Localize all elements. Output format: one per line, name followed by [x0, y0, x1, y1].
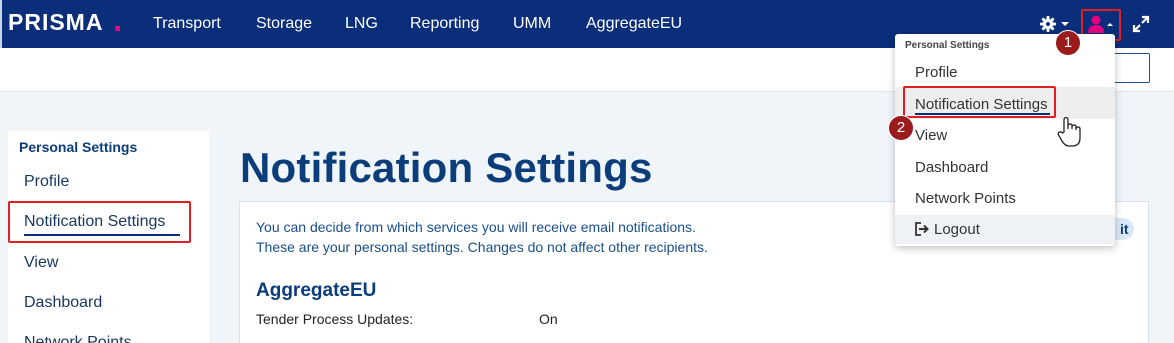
sidebar-item-notification-settings[interactable]: Notification Settings — [24, 213, 165, 231]
setting-label: Tender Process Updates: — [256, 311, 414, 327]
sidebar-item-network-points[interactable]: Network Points — [24, 334, 132, 343]
logout-row[interactable]: Logout — [895, 215, 1115, 244]
nav-aggregateeu[interactable]: AggregateEU — [586, 15, 682, 33]
page-title: Notification Settings — [240, 144, 653, 191]
sidebar-item-dashboard[interactable]: Dashboard — [24, 294, 102, 312]
nav-reporting[interactable]: Reporting — [410, 15, 479, 33]
sidebar-active-underline — [24, 234, 180, 236]
navbar-edge — [0, 0, 2, 48]
dropdown-item-network-points[interactable]: Network Points — [915, 190, 1016, 207]
nav-lng[interactable]: LNG — [345, 15, 378, 33]
settings-sidebar: Personal Settings Profile Notification S… — [8, 131, 209, 343]
dropdown-item-profile[interactable]: Profile — [915, 64, 958, 81]
dropdown-item-view[interactable]: View — [915, 127, 947, 144]
brand-logo[interactable]: PRISMA — [8, 9, 103, 36]
nav-umm[interactable]: UMM — [513, 15, 551, 33]
hand-cursor-icon — [1057, 116, 1081, 147]
sidebar-item-profile[interactable]: Profile — [24, 173, 69, 191]
brand-logo-dot — [115, 26, 120, 31]
step-marker-2: 2 — [888, 115, 914, 141]
dropdown-item-logout[interactable]: Logout — [934, 221, 980, 238]
info-text-line2: These are your personal settings. Change… — [256, 239, 708, 255]
nav-storage[interactable]: Storage — [256, 15, 312, 33]
expand-button[interactable] — [1131, 14, 1151, 34]
sidebar-item-view[interactable]: View — [24, 254, 58, 272]
toolbar-field[interactable] — [1110, 53, 1150, 83]
sidebar-heading: Personal Settings — [19, 139, 138, 155]
expand-icon — [1132, 15, 1150, 33]
logout-icon — [915, 222, 929, 236]
setting-value: On — [539, 311, 558, 327]
dropdown-item-dashboard[interactable]: Dashboard — [915, 159, 988, 176]
section-title: AggregateEU — [256, 280, 377, 301]
step-marker-1: 1 — [1055, 30, 1081, 56]
dropdown-heading: Personal Settings — [905, 40, 990, 51]
nav-transport[interactable]: Transport — [153, 15, 221, 33]
info-text-line1: You can decide from which services you w… — [256, 219, 696, 235]
dropdown-item-notification-settings[interactable]: Notification Settings — [915, 96, 1048, 113]
dropdown-active-underline — [915, 113, 1050, 115]
